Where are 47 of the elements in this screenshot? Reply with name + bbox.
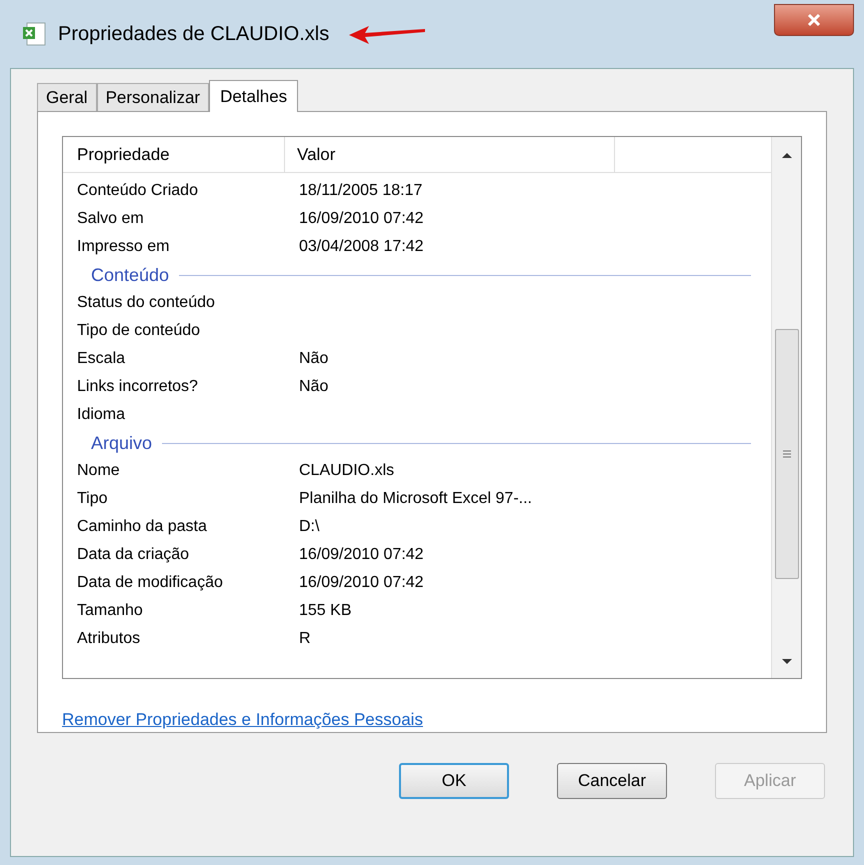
close-icon xyxy=(807,13,821,27)
dialog-button[interactable]: OK xyxy=(399,763,509,799)
spreadsheet-file-icon xyxy=(22,21,48,47)
scroll-down-icon[interactable] xyxy=(780,658,792,666)
dialog-button[interactable]: Cancelar xyxy=(557,763,667,799)
scroll-up-icon[interactable] xyxy=(780,151,792,159)
property-value: D:\ xyxy=(298,517,320,537)
window-title: Propriedades de CLAUDIO.xls xyxy=(58,22,330,47)
scrollbar[interactable] xyxy=(771,137,801,678)
property-name: Status do conteúdo xyxy=(76,293,216,313)
property-name: Conteúdo Criado xyxy=(76,181,199,201)
tab[interactable]: Personalizar xyxy=(96,83,210,111)
remove-properties-link[interactable]: Remover Propriedades e Informações Pessoais xyxy=(62,706,423,732)
property-name: Impresso em xyxy=(76,237,170,257)
property-name: Tipo de conteúdo xyxy=(76,321,202,341)
property-name: Tipo xyxy=(76,489,109,509)
property-value: 16/09/2010 07:42 xyxy=(298,545,424,565)
property-name: Caminho da pasta xyxy=(76,517,208,537)
close-button[interactable] xyxy=(774,4,854,36)
section-heading: Arquivo xyxy=(91,432,152,455)
property-name: Atributos xyxy=(76,629,142,649)
arrow-icon xyxy=(347,23,428,45)
property-value: R xyxy=(298,629,311,649)
property-value: 03/04/2008 17:42 xyxy=(298,237,424,257)
property-value: 16/09/2010 07:42 xyxy=(298,573,424,593)
property-value: Planilha do Microsoft Excel 97-... xyxy=(298,489,532,509)
scrollbar-thumb[interactable] xyxy=(774,329,798,579)
grip-icon xyxy=(782,450,792,458)
property-value: 16/09/2010 07:42 xyxy=(298,209,424,229)
section-heading: Conteúdo xyxy=(91,264,170,286)
property-name: Escala xyxy=(76,349,126,369)
property-name: Data de modificação xyxy=(76,573,224,593)
tab[interactable]: Detalhes xyxy=(209,80,298,112)
property-name: Links incorretos? xyxy=(76,377,199,397)
tab[interactable]: Geral xyxy=(37,83,97,111)
property-name: Data da criação xyxy=(76,545,190,565)
property-name: Tamanho xyxy=(76,601,144,621)
property-value: Não xyxy=(298,349,328,369)
property-name: Nome xyxy=(76,461,121,481)
property-value: 155 KB xyxy=(298,601,352,621)
column-header[interactable]: Valor xyxy=(285,137,615,172)
column-header[interactable]: Propriedade xyxy=(63,137,285,172)
property-value: 18/11/2005 18:17 xyxy=(298,181,422,201)
property-value: Não xyxy=(298,377,328,397)
property-value: CLAUDIO.xls xyxy=(298,461,394,481)
property-name: Idioma xyxy=(76,405,126,425)
property-name: Salvo em xyxy=(76,209,145,229)
